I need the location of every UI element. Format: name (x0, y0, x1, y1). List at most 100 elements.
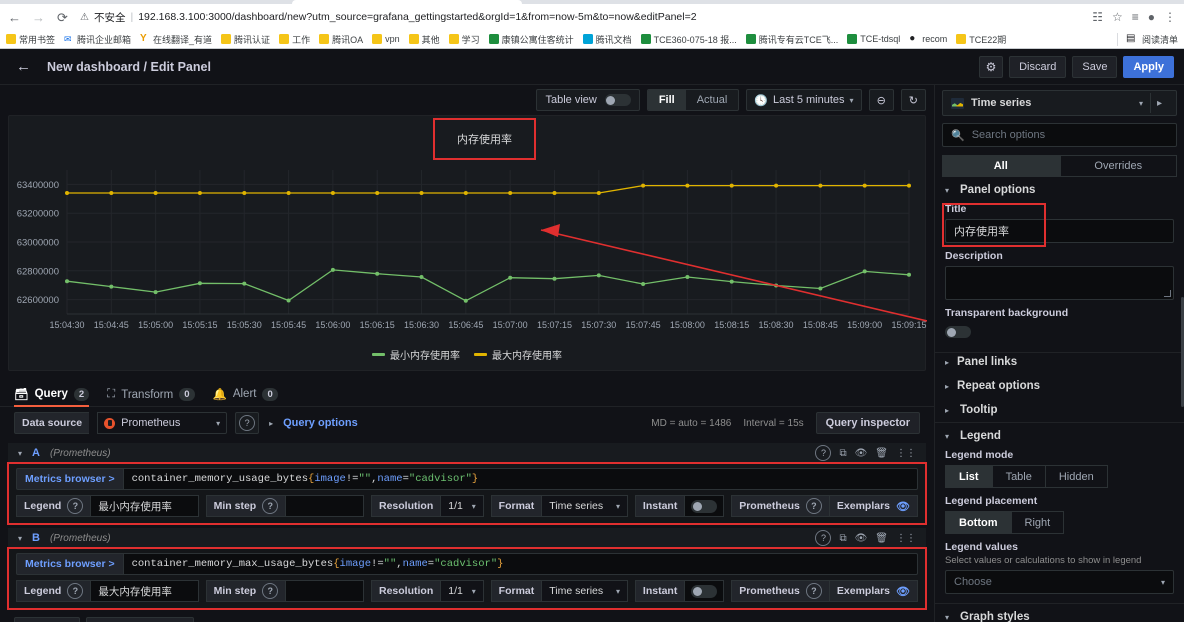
instant-toggle-b[interactable] (684, 580, 725, 602)
chevron-down-icon[interactable]: ▾ (18, 449, 22, 458)
toggle-switch[interactable] (691, 584, 718, 598)
legend-mode-table[interactable]: Table (991, 465, 1045, 488)
bookmark-item[interactable]: 腾讯认证 (221, 33, 270, 46)
min-step-input-b[interactable] (285, 580, 365, 602)
back-icon[interactable]: ← (6, 9, 23, 26)
query-inspector-button[interactable]: Query inspector (815, 412, 920, 434)
apply-button[interactable]: Apply (1123, 55, 1174, 78)
reload-icon[interactable]: ⟳ (54, 9, 71, 26)
tab-all[interactable]: All (942, 155, 1060, 177)
time-series-plot[interactable]: 62600000 62800000 63000000 63200000 63400000… (9, 160, 927, 340)
add-expression-button[interactable]: + Expression △ (86, 617, 195, 622)
legend-placement-bottom[interactable]: Bottom (945, 511, 1011, 534)
panel-options-header[interactable]: ▾ Panel options (945, 184, 1174, 196)
chevron-down-icon[interactable]: ▾ (1139, 99, 1143, 108)
legend-mode-list[interactable]: List (945, 465, 992, 488)
time-range-picker[interactable]: 🕓 Last 5 minutes ▾ (746, 89, 862, 111)
toggle-switch[interactable] (691, 499, 718, 513)
query-letter[interactable]: B (32, 532, 40, 544)
translate-icon[interactable]: ☷ (1092, 10, 1103, 24)
trash-icon[interactable]: 🗑 (875, 533, 888, 544)
bookmark-item[interactable]: Y 在线翻译_有道 (140, 33, 212, 46)
table-view-toggle-group[interactable]: Table view (536, 89, 640, 111)
exemplars-toggle-b[interactable]: Exemplars 👁 (828, 580, 918, 602)
bookmark-item[interactable]: 工作 (279, 33, 310, 46)
visualization-picker[interactable]: Time series ▾ ▸ (942, 90, 1177, 116)
legend-input-a[interactable]: 最小内存使用率 (90, 495, 199, 517)
bookmark-item[interactable]: ● recom (909, 34, 947, 45)
graph-styles-header[interactable]: ▾ Graph styles (945, 611, 1174, 622)
forward-icon[interactable]: → (30, 9, 47, 26)
bookmark-item[interactable]: 腾讯专有云TCE飞... (745, 33, 838, 46)
resolution-select-a[interactable]: 1/1 ▾ (440, 495, 484, 517)
query-options-link[interactable]: Query options (283, 417, 358, 429)
trash-icon[interactable]: 🗑 (875, 448, 888, 459)
profile-icon[interactable]: ● (1148, 10, 1155, 24)
add-query-button[interactable]: + Query (14, 617, 81, 622)
options-scroll-area[interactable]: ▾ Panel options Title 内存使用率 Description … (935, 177, 1184, 622)
fill-option[interactable]: Fill (647, 90, 686, 110)
bookmark-item[interactable]: 常用书签 (6, 33, 55, 46)
help-circle-icon[interactable]: ? (805, 498, 822, 514)
bookmark-item[interactable]: 学习 (448, 33, 480, 46)
datasource-select[interactable]: Prometheus ▾ (97, 412, 228, 434)
star-icon[interactable]: ☆ (1112, 10, 1123, 24)
actual-option[interactable]: Actual (686, 90, 739, 110)
save-button[interactable]: Save (1072, 55, 1118, 78)
tab-overrides[interactable]: Overrides (1059, 155, 1177, 177)
format-select-a[interactable]: Time series ▾ (541, 495, 629, 517)
back-arrow-icon[interactable]: ← (10, 58, 37, 75)
min-step-input-a[interactable] (285, 495, 365, 517)
repeat-options-item[interactable]: ▸ Repeat options (935, 374, 1184, 398)
help-circle-icon[interactable]: ? (262, 583, 279, 599)
legend-input-b[interactable]: 最大内存使用率 (90, 580, 199, 602)
reading-list-button[interactable]: ▤ 阅读清单 (1116, 32, 1178, 46)
help-circle-icon[interactable]: ? (815, 530, 832, 546)
query-letter[interactable]: A (32, 447, 40, 459)
help-circle-icon[interactable]: ? (262, 498, 279, 514)
title-input[interactable]: 内存使用率 (945, 219, 1174, 243)
exemplars-toggle-a[interactable]: Exemplars 👁 (828, 495, 918, 517)
eye-icon[interactable]: 👁 (855, 448, 868, 459)
help-circle-icon[interactable]: ? (805, 583, 822, 599)
duplicate-icon[interactable]: ⧉ (839, 533, 846, 544)
bookmark-item[interactable]: 其他 (408, 33, 440, 46)
bookmark-item[interactable]: 康镇公寓住客统计 (488, 33, 574, 46)
promql-input[interactable]: container_memory_max_usage_bytes{image !=… (122, 553, 918, 575)
browser-tab[interactable] (292, 0, 522, 4)
discard-button[interactable]: Discard (1009, 55, 1067, 78)
bookmark-item[interactable]: 腾讯文档 (582, 33, 632, 46)
tab-alert[interactable]: 🔔 Alert 0 (213, 387, 278, 406)
tab-query[interactable]: 🗃 Query 2 (14, 387, 90, 407)
tooltip-header[interactable]: ▸ Tooltip (945, 404, 1174, 416)
legend-values-select[interactable]: Choose ▾ (945, 570, 1174, 594)
promql-input[interactable]: container_memory_usage_bytes{image != "", n… (122, 468, 918, 490)
legend-item[interactable]: 最小内存使用率 (372, 347, 460, 362)
resolution-select-b[interactable]: 1/1 ▾ (440, 580, 484, 602)
metrics-browser-button[interactable]: Metrics browser > (16, 468, 123, 490)
eye-icon[interactable]: 👁 (896, 500, 910, 513)
collapse-pane-button[interactable]: ▸ (1150, 93, 1168, 113)
bookmark-item[interactable]: ✉ 腾讯企业邮箱 (64, 33, 131, 46)
address-bar[interactable]: ⚠ 不安全 | 192.168.3.100:3000/dashboard/new… (80, 8, 1085, 27)
legend-header[interactable]: ▾ Legend (945, 430, 1174, 442)
format-select-b[interactable]: Time series ▾ (541, 580, 629, 602)
tab-transform[interactable]: ⛶ Transform 0 (107, 388, 195, 406)
reading-list-icon[interactable]: ≡ (1132, 10, 1139, 24)
table-view-toggle[interactable] (604, 94, 631, 106)
bookmark-item[interactable]: TCE22期 (956, 33, 1006, 46)
more-icon[interactable]: ⋮ (1164, 10, 1176, 24)
panel-links-item[interactable]: ▸ Panel links (935, 353, 1184, 374)
bookmark-item[interactable]: vpn (372, 34, 400, 44)
eye-icon[interactable]: 👁 (896, 585, 910, 598)
legend-mode-hidden[interactable]: Hidden (1044, 465, 1108, 488)
chevron-down-icon[interactable]: ▾ (18, 534, 22, 543)
help-circle-icon[interactable]: ? (67, 583, 84, 599)
legend-placement-right[interactable]: Right (1010, 511, 1065, 534)
chevron-right-icon[interactable]: ▸ (269, 419, 273, 428)
duplicate-icon[interactable]: ⧉ (839, 448, 846, 459)
help-circle-icon[interactable]: ? (67, 498, 84, 514)
bookmark-item[interactable]: TCE-tdsql (847, 34, 900, 44)
bookmark-item[interactable]: 腾讯OA (319, 33, 363, 46)
zoom-out-button[interactable]: ⊖ (868, 89, 894, 111)
